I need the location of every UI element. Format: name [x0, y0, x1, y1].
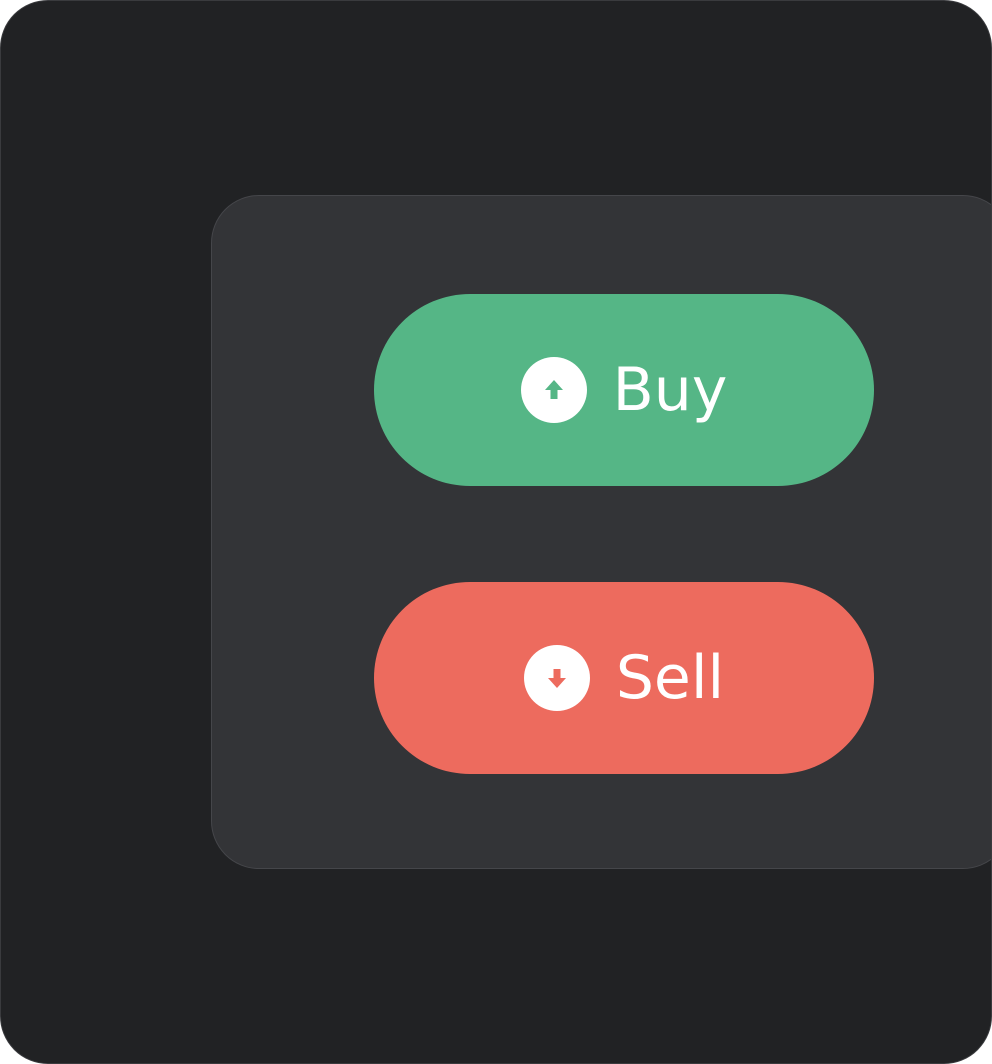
app-window: Buy Sell	[0, 0, 992, 1064]
arrow-down-glyph	[547, 669, 566, 688]
arrow-down-circle-icon	[523, 645, 590, 711]
arrow-down-path	[547, 669, 566, 688]
sell-button[interactable]: Sell	[374, 582, 874, 774]
buy-label: Buy	[612, 355, 728, 425]
trade-panel: Buy Sell	[211, 195, 991, 869]
arrow-up-path	[544, 380, 563, 399]
sell-label: Sell	[615, 643, 725, 713]
arrow-up-circle-icon	[520, 357, 587, 423]
buy-button[interactable]: Buy	[374, 294, 874, 486]
arrow-up-glyph	[544, 380, 563, 399]
